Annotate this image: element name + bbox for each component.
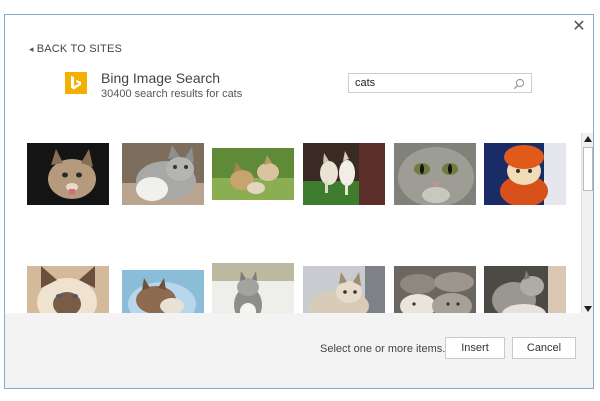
cat-photo <box>212 148 294 200</box>
scrollbar-thumb[interactable] <box>583 147 593 191</box>
result-image[interactable] <box>122 143 204 205</box>
insert-button[interactable]: Insert <box>445 337 505 359</box>
search-box <box>348 73 532 93</box>
result-image[interactable] <box>303 143 385 205</box>
provider-title: Bing Image Search <box>101 70 221 86</box>
cat-photo <box>394 143 476 205</box>
bing-logo-icon <box>65 72 87 94</box>
result-image[interactable] <box>212 148 294 210</box>
results-scrollbar[interactable] <box>581 133 593 315</box>
scroll-up-icon[interactable] <box>582 133 593 145</box>
cat-photo <box>303 143 385 205</box>
selection-status-text: Select one or more items. <box>320 343 446 355</box>
cancel-button[interactable]: Cancel <box>512 337 576 359</box>
results-grid <box>27 143 567 324</box>
cat-photo <box>122 143 204 205</box>
search-icon[interactable] <box>513 77 525 95</box>
dialog-footer: Select one or more items. Insert Cancel <box>5 313 593 388</box>
close-icon[interactable]: ✕ <box>571 19 587 35</box>
result-image[interactable] <box>484 143 566 205</box>
image-search-dialog: ✕ ◂ BACK TO SITES Bing Image Search 3040… <box>4 14 594 389</box>
result-image[interactable] <box>394 143 476 205</box>
back-to-sites-link[interactable]: ◂ BACK TO SITES <box>29 43 122 55</box>
cat-photo <box>484 143 566 205</box>
chevron-left-icon: ◂ <box>29 43 34 54</box>
result-image[interactable] <box>27 143 109 205</box>
back-to-sites-label: BACK TO SITES <box>36 43 123 55</box>
cat-photo <box>27 143 109 205</box>
results-count-text: 30400 search results for cats <box>101 88 243 100</box>
search-input[interactable] <box>349 74 521 92</box>
search-provider-header: Bing Image Search 30400 search results f… <box>65 70 242 101</box>
